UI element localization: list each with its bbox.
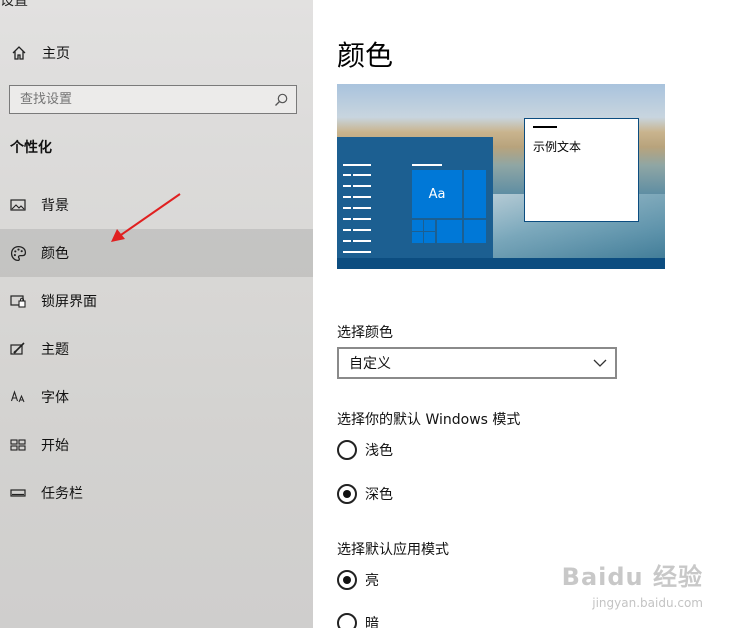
preview-sample-text: 示例文本 bbox=[533, 140, 582, 154]
sidebar-item-lock-screen[interactable]: 锁屏界面 bbox=[0, 277, 313, 325]
app-mode-label: 选择默认应用模式 bbox=[337, 542, 449, 558]
radio-light-windows[interactable]: 浅色 bbox=[337, 439, 393, 461]
section-title: 个性化 bbox=[10, 140, 52, 156]
radio-app-dark[interactable]: 暗 bbox=[337, 612, 379, 628]
radio-label: 暗 bbox=[365, 616, 379, 628]
palette-icon bbox=[9, 244, 27, 262]
preview-window: 示例文本 bbox=[524, 118, 639, 222]
sidebar-item-fonts[interactable]: 字体 bbox=[0, 373, 313, 421]
font-icon bbox=[9, 388, 27, 406]
settings-window: 设置 主页 个性化 背景 颜色 bbox=[0, 0, 743, 628]
chevron-down-icon bbox=[593, 357, 607, 369]
sidebar-item-label: 字体 bbox=[41, 390, 69, 406]
sidebar-item-start[interactable]: 开始 bbox=[0, 421, 313, 469]
radio-circle[interactable] bbox=[337, 440, 357, 460]
radio-dark-windows[interactable]: 深色 bbox=[337, 483, 393, 505]
baidu-watermark-url: jingyan.baidu.com bbox=[592, 596, 703, 610]
choose-color-dropdown[interactable]: 自定义 bbox=[337, 347, 617, 379]
sidebar-item-color[interactable]: 颜色 bbox=[0, 229, 313, 277]
radio-app-light[interactable]: 亮 bbox=[337, 569, 379, 591]
sidebar-item-label: 颜色 bbox=[41, 246, 69, 262]
search-box[interactable] bbox=[9, 85, 297, 114]
search-input[interactable] bbox=[10, 92, 260, 107]
sidebar-item-label: 任务栏 bbox=[41, 486, 83, 502]
radio-circle[interactable] bbox=[337, 613, 357, 628]
preview-start-menu: Aa bbox=[337, 137, 493, 258]
sidebar-item-themes[interactable]: 主题 bbox=[0, 325, 313, 373]
main-content: 颜色 Aa 示例文本 选择颜色 自定义 选择你的默认 Windows 模式 浅色… bbox=[313, 0, 743, 628]
choose-color-value: 自定义 bbox=[349, 356, 391, 372]
baidu-watermark: Baidu 经验 bbox=[561, 563, 703, 591]
color-preview: Aa 示例文本 bbox=[337, 84, 665, 269]
theme-brush-icon bbox=[9, 340, 27, 358]
choose-color-label: 选择颜色 bbox=[337, 325, 393, 341]
home-icon bbox=[10, 44, 28, 62]
nav-home-label: 主页 bbox=[42, 46, 70, 62]
sidebar-item-label: 锁屏界面 bbox=[41, 294, 97, 310]
sidebar-item-taskbar[interactable]: 任务栏 bbox=[0, 469, 313, 517]
window-title: 设置 bbox=[0, 0, 28, 9]
sidebar-item-background[interactable]: 背景 bbox=[0, 181, 313, 229]
sidebar: 设置 主页 个性化 背景 颜色 bbox=[0, 0, 313, 628]
lock-screen-icon bbox=[9, 292, 27, 310]
taskbar-icon bbox=[9, 484, 27, 502]
radio-label: 深色 bbox=[365, 487, 393, 503]
windows-mode-label: 选择你的默认 Windows 模式 bbox=[337, 412, 521, 428]
start-grid-icon bbox=[9, 436, 27, 454]
sidebar-item-label: 背景 bbox=[41, 198, 69, 214]
sidebar-item-label: 开始 bbox=[41, 438, 69, 454]
sidebar-item-label: 主题 bbox=[41, 342, 69, 358]
picture-icon bbox=[9, 196, 27, 214]
radio-circle-selected[interactable] bbox=[337, 570, 357, 590]
nav-home[interactable]: 主页 bbox=[0, 38, 313, 68]
radio-circle-selected[interactable] bbox=[337, 484, 357, 504]
preview-taskbar bbox=[337, 258, 665, 269]
radio-label: 浅色 bbox=[365, 443, 393, 459]
preview-tile: Aa bbox=[412, 170, 462, 218]
search-icon[interactable] bbox=[273, 92, 289, 108]
radio-label: 亮 bbox=[365, 573, 379, 589]
page-title: 颜色 bbox=[337, 39, 394, 72]
